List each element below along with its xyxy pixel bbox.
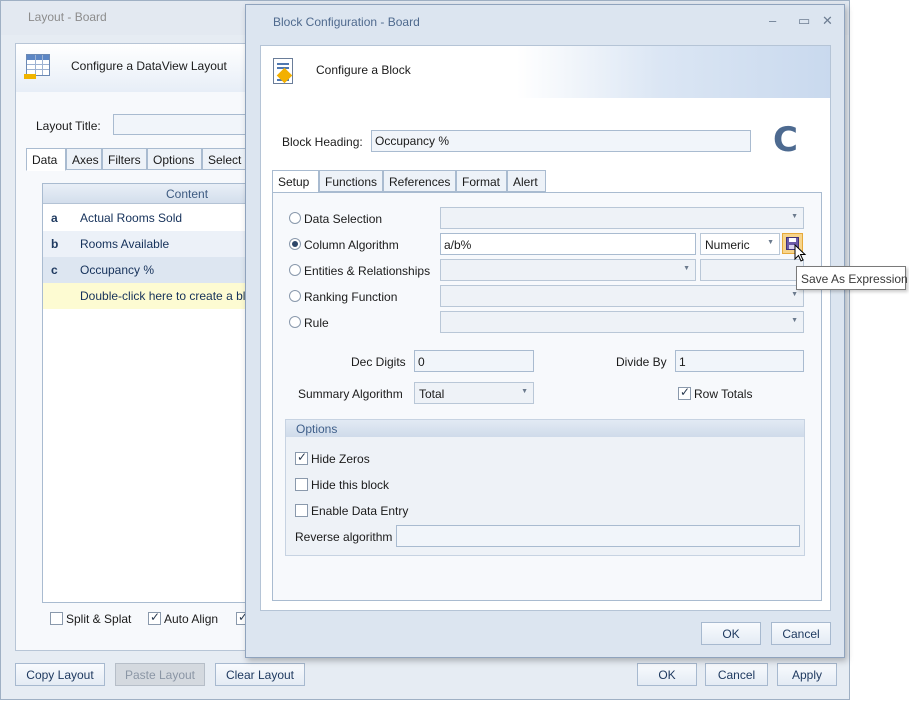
auto-align-checkbox[interactable] (148, 610, 161, 625)
block-heading-input[interactable]: Occupancy % (371, 130, 751, 152)
tab-setup[interactable]: Setup (272, 170, 319, 193)
algorithm-type-select[interactable]: Numeric ▼ (700, 233, 780, 255)
ok-button[interactable]: OK (637, 663, 697, 686)
summary-algorithm-label: Summary Algorithm (298, 387, 403, 401)
panel-header: Configure a Block (261, 46, 830, 98)
dialog-title: Block Configuration - Board (273, 15, 420, 29)
dropdown-arrow-icon: ▼ (791, 291, 798, 298)
layout-title-label: Layout Title: (36, 119, 101, 133)
mouse-cursor-icon (794, 244, 807, 262)
column-algorithm-label: Column Algorithm (304, 238, 399, 252)
hide-zeros-label: Hide Zeros (311, 452, 370, 466)
row-key: c (51, 263, 58, 277)
tab-options[interactable]: Options (147, 148, 202, 170)
auto-align-label: Auto Align (164, 612, 219, 626)
hide-block-label: Hide this block (311, 478, 390, 492)
tab-functions[interactable]: Functions (319, 170, 383, 192)
split-splat-label: Split & Splat (66, 612, 132, 626)
save-as-expression-tooltip: Save As Expression (796, 266, 908, 290)
enable-data-entry-checkbox[interactable] (295, 504, 308, 517)
dataview-grid-icon (24, 54, 50, 79)
list-row[interactable]: b Rooms Available (43, 231, 255, 257)
ranking-function-radio[interactable] (289, 290, 301, 302)
minimize-icon[interactable]: – (769, 13, 776, 28)
paste-layout-button[interactable]: Paste Layout (115, 663, 205, 686)
panel-header-title: Configure a DataView Layout (71, 59, 227, 73)
options-group: Options Hide Zeros Hide this block Enabl… (285, 419, 805, 556)
new-block-row[interactable]: Double-click here to create a bl (43, 283, 255, 309)
dropdown-arrow-icon: ▼ (521, 388, 528, 395)
relationships-combo[interactable] (700, 259, 804, 281)
dec-digits-label: Dec Digits (351, 355, 406, 369)
data-selection-combo[interactable]: ▼ (440, 207, 804, 229)
row-key: a (51, 211, 58, 225)
block-document-icon (273, 58, 293, 84)
options-group-title: Options (286, 420, 804, 437)
close-icon[interactable]: ✕ (822, 13, 833, 29)
summary-algorithm-value: Total (419, 387, 445, 401)
data-selection-radio[interactable] (289, 212, 301, 224)
entities-combo[interactable]: ▼ (440, 259, 696, 281)
divide-by-input[interactable]: 1 (675, 350, 804, 372)
enable-data-entry-label: Enable Data Entry (311, 504, 409, 518)
dropdown-arrow-icon: ▼ (767, 239, 774, 246)
block-list: Content a Actual Rooms Sold b Rooms Avai… (42, 183, 256, 603)
algorithm-type-value: Numeric (705, 238, 750, 252)
row-totals-checkbox[interactable] (678, 385, 691, 400)
hide-zeros-checkbox[interactable] (295, 450, 308, 465)
copy-layout-button[interactable]: Copy Layout (15, 663, 105, 686)
tab-data[interactable]: Data (26, 148, 66, 171)
entities-relationships-radio[interactable] (289, 264, 301, 276)
maximize-icon[interactable]: ▭ (798, 13, 810, 29)
split-splat-checkbox[interactable] (50, 612, 63, 625)
clear-layout-button[interactable]: Clear Layout (215, 663, 305, 686)
panel-header-title: Configure a Block (316, 63, 411, 77)
dropdown-arrow-icon: ▼ (791, 317, 798, 324)
algorithm-input[interactable]: a/b% (440, 233, 696, 255)
rule-radio[interactable] (289, 316, 301, 328)
column-algorithm-radio[interactable] (289, 238, 301, 250)
dropdown-arrow-icon: ▼ (791, 213, 798, 220)
block-letter-badge: C (773, 120, 798, 160)
rule-combo[interactable]: ▼ (440, 311, 804, 333)
list-row-selected[interactable]: c Occupancy % (43, 257, 255, 283)
block-heading-label: Block Heading: (282, 135, 363, 149)
layout-title-input[interactable] (113, 114, 256, 135)
ranking-function-label: Ranking Function (304, 290, 398, 304)
apply-button[interactable]: Apply (777, 663, 837, 686)
row-label: Double-click here to create a bl (80, 289, 246, 303)
tab-filters[interactable]: Filters (102, 148, 147, 170)
panel-header: Configure a DataView Layout (16, 44, 254, 92)
data-selection-label: Data Selection (304, 212, 383, 226)
dialog-cancel-button[interactable]: Cancel (771, 622, 831, 645)
layout-panel: Configure a DataView Layout Layout Title… (15, 43, 256, 651)
dropdown-arrow-icon: ▼ (683, 265, 690, 272)
cancel-button[interactable]: Cancel (705, 663, 768, 686)
entities-relationships-label: Entities & Relationships (304, 264, 431, 278)
tab-format[interactable]: Format (456, 170, 507, 192)
row-key: b (51, 237, 59, 251)
reverse-algorithm-label: Reverse algorithm (295, 530, 393, 544)
row-label: Rooms Available (80, 237, 170, 251)
tab-axes[interactable]: Axes (66, 148, 102, 170)
tab-references[interactable]: References (383, 170, 456, 192)
row-label: Actual Rooms Sold (80, 211, 183, 225)
reverse-algorithm-input[interactable] (396, 525, 800, 547)
summary-algorithm-select[interactable]: Total ▼ (414, 382, 534, 404)
divide-by-label: Divide By (616, 355, 667, 369)
ranking-function-combo[interactable]: ▼ (440, 285, 804, 307)
row-totals-label: Row Totals (694, 387, 753, 401)
list-header-content[interactable]: Content (43, 184, 255, 204)
dec-digits-input[interactable]: 0 (414, 350, 534, 372)
hide-block-checkbox[interactable] (295, 478, 308, 491)
row-label: Occupancy % (80, 263, 155, 277)
rule-label: Rule (304, 316, 329, 330)
list-row[interactable]: a Actual Rooms Sold (43, 205, 255, 231)
tab-alert[interactable]: Alert (507, 170, 546, 192)
dialog-ok-button[interactable]: OK (701, 622, 761, 645)
